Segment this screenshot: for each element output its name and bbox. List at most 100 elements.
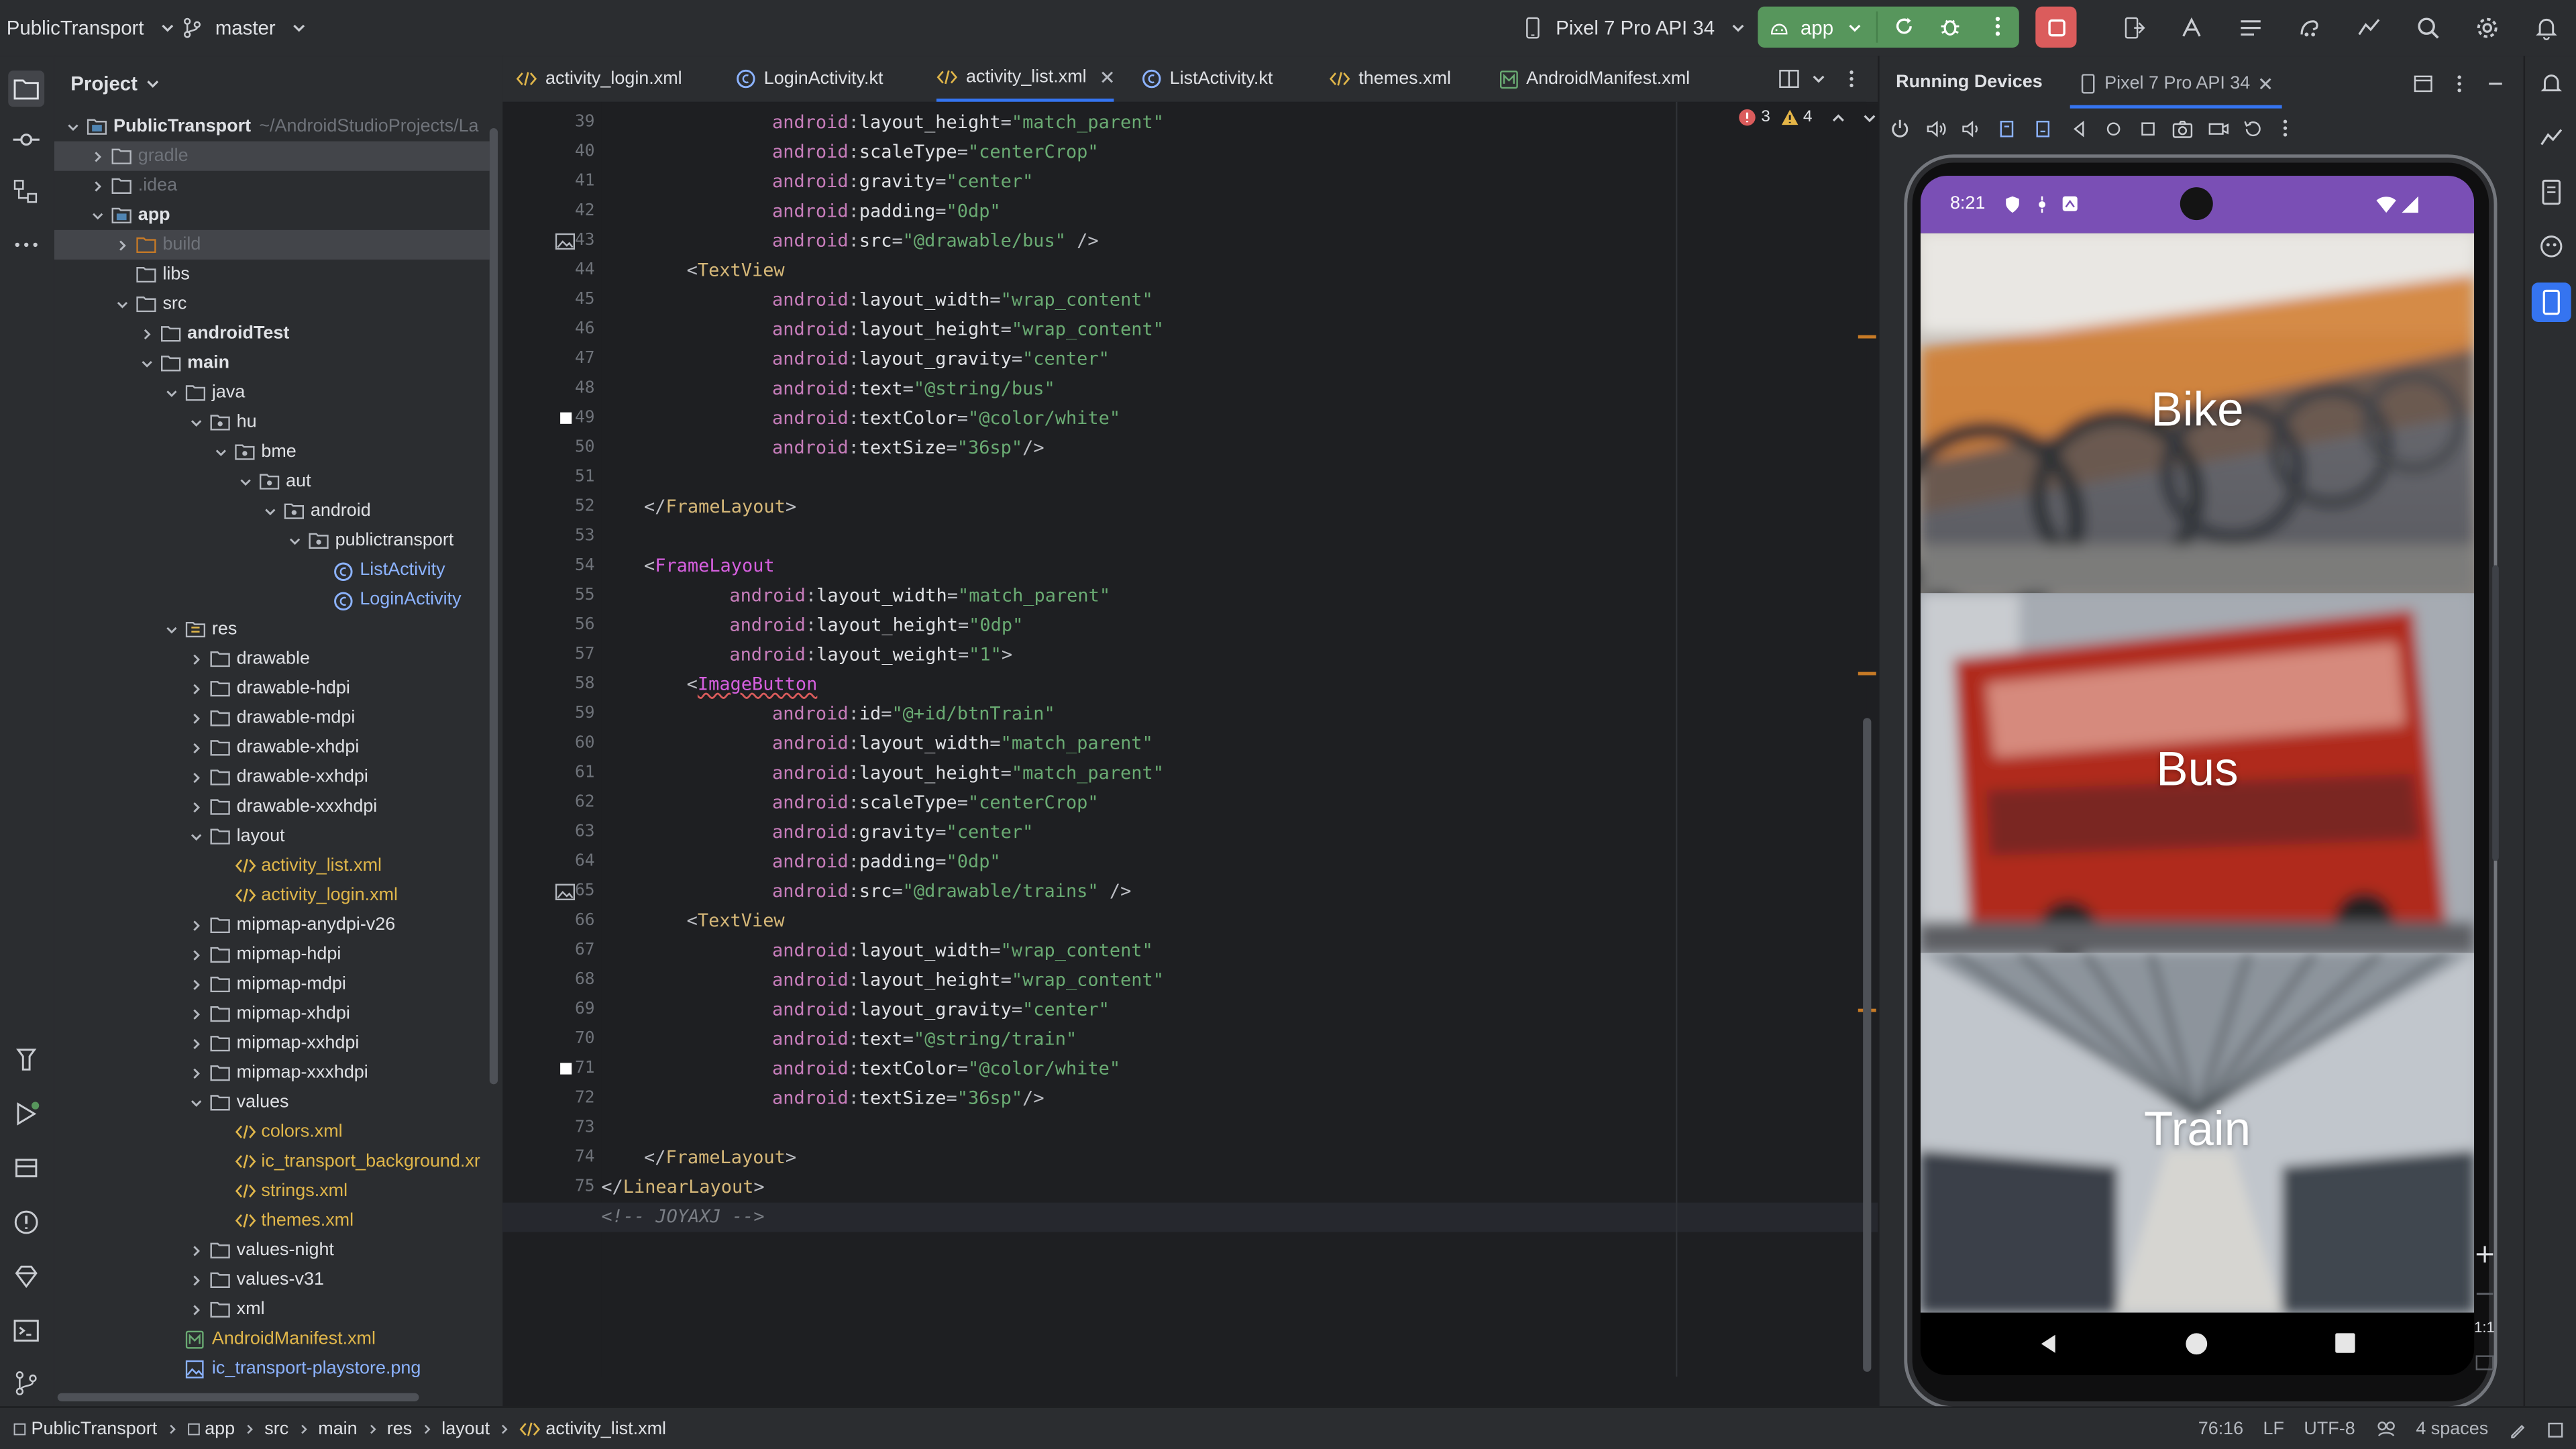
run-config-selector[interactable]: app	[1758, 7, 1876, 48]
split-editor-icon[interactable]	[1774, 64, 1804, 94]
chevron-right-icon[interactable]	[187, 1301, 203, 1318]
zoom-out-icon[interactable]	[2474, 1283, 2496, 1305]
editor-tab[interactable]: activity_list.xml	[936, 56, 1115, 102]
tree-item[interactable]: mipmap-mdpi	[54, 969, 490, 999]
breadcrumb-item[interactable]: PublicTransport	[13, 1419, 158, 1439]
tree-item[interactable]: ListActivity	[54, 555, 490, 585]
build-tool-icon[interactable]	[11, 1045, 41, 1075]
terminal-tool-icon[interactable]	[11, 1316, 41, 1346]
image-preview-icon[interactable]	[555, 233, 576, 250]
tree-item[interactable]: mipmap-anydpi-v26	[54, 910, 490, 940]
warning-stripe-marker[interactable]	[1858, 672, 1876, 676]
rotate-right-icon[interactable]	[2032, 118, 2053, 140]
tree-item[interactable]: drawable-xxhdpi	[54, 762, 490, 792]
tree-item[interactable]: activity_list.xml	[54, 851, 490, 881]
tree-item[interactable]: aut	[54, 467, 490, 496]
chevron-down-icon[interactable]	[286, 532, 302, 548]
tree-item[interactable]: src	[54, 289, 490, 319]
read-only-icon[interactable]	[2508, 1420, 2526, 1438]
tree-item[interactable]: hu	[54, 407, 490, 437]
breadcrumb-item[interactable]: res	[387, 1419, 412, 1439]
file-encoding[interactable]: UTF-8	[2304, 1419, 2355, 1439]
debug-icon[interactable]	[1935, 11, 1965, 41]
search-icon[interactable]	[2414, 13, 2443, 43]
chevron-right-icon[interactable]	[187, 651, 203, 667]
chevron-down-icon[interactable]	[261, 502, 277, 519]
chevron-right-icon[interactable]	[187, 1065, 203, 1081]
chevron-down-icon[interactable]	[187, 414, 203, 430]
stop-button[interactable]	[2035, 6, 2077, 48]
chevron-right-icon[interactable]	[187, 798, 203, 814]
app-quality-tool-icon[interactable]	[11, 1153, 41, 1183]
chevron-right-icon[interactable]	[187, 739, 203, 755]
close-icon[interactable]	[1102, 70, 1115, 84]
tree-item[interactable]: values	[54, 1087, 490, 1117]
image-preview-icon[interactable]	[555, 883, 576, 901]
overview-icon[interactable]	[2137, 118, 2159, 140]
chevron-down-icon[interactable]	[113, 296, 129, 312]
chevron-down-icon[interactable]	[138, 355, 154, 371]
minimize-icon[interactable]	[2481, 69, 2510, 99]
chevron-right-icon[interactable]	[187, 976, 203, 992]
tree-item[interactable]: .idea	[54, 171, 490, 201]
notifications-tool-icon[interactable]	[2536, 69, 2566, 99]
tree-item[interactable]: android	[54, 496, 490, 526]
tree-item[interactable]: AndroidManifest.xml	[54, 1324, 490, 1354]
editor-tab[interactable]: activity_login.xml	[516, 56, 682, 102]
tree-item[interactable]: mipmap-xhdpi	[54, 999, 490, 1028]
tree-item[interactable]: androidTest	[54, 319, 490, 348]
power-icon[interactable]	[1889, 118, 1911, 140]
chevron-right-icon[interactable]	[138, 325, 154, 341]
editor-tab[interactable]: ListActivity.kt	[1142, 56, 1273, 102]
project-hscrollbar[interactable]	[57, 1393, 419, 1401]
tree-item[interactable]: app	[54, 201, 490, 230]
gemini-tool-icon[interactable]	[2536, 123, 2566, 153]
close-icon[interactable]	[2259, 77, 2272, 91]
tab-more-icon[interactable]	[1837, 64, 1866, 94]
tree-item[interactable]: strings.xml	[54, 1176, 490, 1205]
tree-item[interactable]: xml	[54, 1295, 490, 1324]
sdk-manager-icon[interactable]	[2177, 13, 2206, 43]
tree-item[interactable]: java	[54, 378, 490, 407]
panel-options-icon[interactable]	[2445, 69, 2474, 99]
chevron-right-icon[interactable]	[187, 1272, 203, 1288]
assistant-tool-icon[interactable]	[2536, 231, 2566, 261]
chevron-right-icon[interactable]	[89, 148, 105, 164]
chevron-down-icon[interactable]	[89, 207, 105, 223]
editor-scrollbar[interactable]	[1863, 718, 1872, 1372]
indent-setting[interactable]: 4 spaces	[2416, 1419, 2488, 1439]
rotate-left-icon[interactable]	[1996, 118, 2018, 140]
project-tool-icon[interactable]	[8, 70, 45, 107]
more-tools-icon[interactable]	[11, 230, 41, 260]
tree-item[interactable]: values-v31	[54, 1265, 490, 1295]
nav-back-icon[interactable]	[2037, 1332, 2060, 1355]
more-actions-icon[interactable]	[1983, 11, 2012, 41]
tree-item[interactable]: drawable-mdpi	[54, 703, 490, 733]
caret-position[interactable]: 76:16	[2198, 1419, 2243, 1439]
tree-item[interactable]: drawable	[54, 644, 490, 674]
panel-layout-icon[interactable]	[2408, 69, 2438, 99]
phone-screen[interactable]: 8:21 Bike Bus Train	[1920, 176, 2475, 1375]
branch-selector[interactable]: master	[177, 0, 313, 56]
gradle-icon[interactable]	[2295, 13, 2324, 43]
tree-item[interactable]: mipmap-xxhdpi	[54, 1028, 490, 1058]
tree-item[interactable]: bme	[54, 437, 490, 466]
git-tool-icon[interactable]	[11, 1368, 41, 1398]
chevron-right-icon[interactable]	[187, 1006, 203, 1022]
project-view-selector[interactable]: Project	[70, 72, 160, 95]
breadcrumb-item[interactable]: activity_list.xml	[519, 1419, 666, 1439]
run-tool-icon[interactable]	[11, 1099, 41, 1128]
nav-home-icon[interactable]	[2185, 1332, 2208, 1355]
back-icon[interactable]	[2068, 118, 2090, 140]
tree-item[interactable]: gradle	[54, 141, 490, 171]
tree-item[interactable]: colors.xml	[54, 1117, 490, 1146]
editor-tab[interactable]: LoginActivity.kt	[736, 56, 883, 102]
tree-item[interactable]: LoginActivity	[54, 585, 490, 614]
screen-record-icon[interactable]	[2208, 118, 2229, 140]
line-separator[interactable]: LF	[2263, 1419, 2284, 1439]
tree-root[interactable]: PublicTransport ~/AndroidStudioProjects/…	[54, 112, 490, 142]
tree-item[interactable]: publictransport	[54, 526, 490, 555]
inspection-widget[interactable]: 3 4	[1738, 109, 1878, 127]
chevron-right-icon[interactable]	[187, 1035, 203, 1051]
tree-item[interactable]: main	[54, 348, 490, 378]
